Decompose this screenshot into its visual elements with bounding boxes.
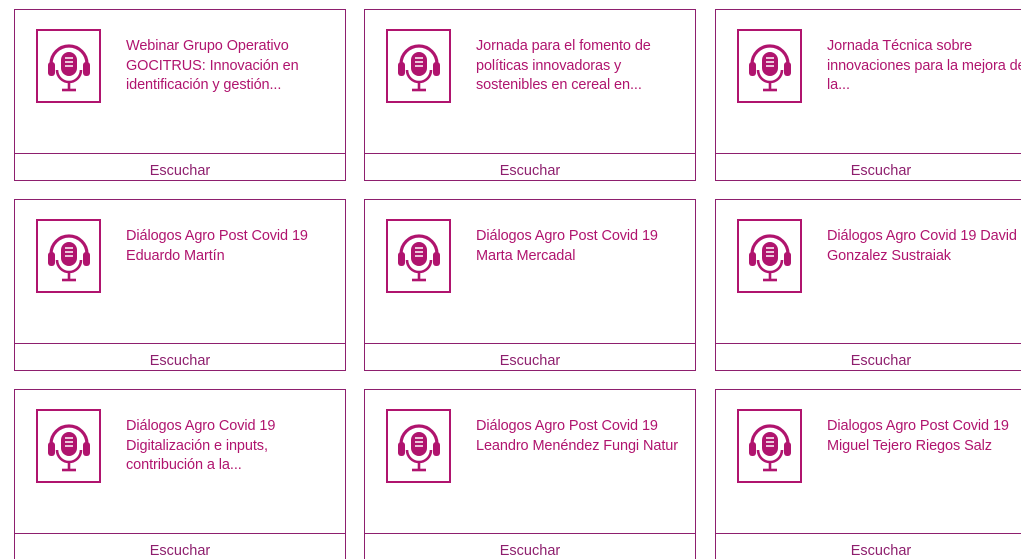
listen-button[interactable]: Escuchar (15, 153, 345, 181)
microphone-headphones-icon (47, 234, 90, 282)
microphone-headphones-icon (748, 234, 791, 282)
microphone-headphones-icon (397, 234, 440, 282)
microphone-headphones-icon (748, 424, 791, 472)
podcast-card: Diálogos Agro Post Covid 19 Marta Mercad… (364, 199, 696, 371)
listen-button[interactable]: Escuchar (365, 153, 695, 181)
podcast-grid: Webinar Grupo Operativo GOCITRUS: Innova… (0, 0, 1021, 559)
podcast-icon[interactable] (737, 29, 802, 103)
podcast-icon[interactable] (386, 29, 451, 103)
podcast-card: Jornada Técnica sobre innovaciones para … (715, 9, 1021, 181)
podcast-title[interactable]: Diálogos Agro Post Covid 19 Eduardo Mart… (126, 227, 331, 266)
microphone-headphones-icon (47, 424, 90, 472)
podcast-icon[interactable] (36, 219, 101, 293)
podcast-card: Diálogos Agro Post Covid 19 Eduardo Mart… (14, 199, 346, 371)
listen-button[interactable]: Escuchar (716, 533, 1021, 559)
listen-button[interactable]: Escuchar (15, 343, 345, 371)
microphone-headphones-icon (397, 44, 440, 92)
podcast-card: Diálogos Agro Covid 19 David Gonzalez Su… (715, 199, 1021, 371)
podcast-title[interactable]: Diálogos Agro Covid 19 Digitalización e … (126, 417, 331, 476)
podcast-icon[interactable] (36, 409, 101, 483)
podcast-icon[interactable] (386, 409, 451, 483)
podcast-title[interactable]: Webinar Grupo Operativo GOCITRUS: Innova… (126, 37, 331, 96)
podcast-icon[interactable] (386, 219, 451, 293)
microphone-headphones-icon (47, 44, 90, 92)
podcast-card: Dialogos Agro Post Covid 19 Miguel Tejer… (715, 389, 1021, 559)
microphone-headphones-icon (748, 44, 791, 92)
listen-button[interactable]: Escuchar (716, 343, 1021, 371)
podcast-title[interactable]: Dialogos Agro Post Covid 19 Miguel Tejer… (827, 417, 1021, 456)
podcast-card: Jornada para el fomento de políticas inn… (364, 9, 696, 181)
podcast-title[interactable]: Diálogos Agro Covid 19 David Gonzalez Su… (827, 227, 1021, 266)
podcast-title[interactable]: Diálogos Agro Post Covid 19 Marta Mercad… (476, 227, 681, 266)
podcast-icon[interactable] (36, 29, 101, 103)
podcast-card: Diálogos Agro Covid 19 Digitalización e … (14, 389, 346, 559)
podcast-title[interactable]: Diálogos Agro Post Covid 19 Leandro Mené… (476, 417, 681, 456)
podcast-card: Webinar Grupo Operativo GOCITRUS: Innova… (14, 9, 346, 181)
podcast-icon[interactable] (737, 409, 802, 483)
listen-button[interactable]: Escuchar (365, 533, 695, 559)
microphone-headphones-icon (397, 424, 440, 472)
listen-button[interactable]: Escuchar (15, 533, 345, 559)
podcast-icon[interactable] (737, 219, 802, 293)
podcast-title[interactable]: Jornada para el fomento de políticas inn… (476, 37, 681, 96)
podcast-title[interactable]: Jornada Técnica sobre innovaciones para … (827, 37, 1021, 96)
podcast-card: Diálogos Agro Post Covid 19 Leandro Mené… (364, 389, 696, 559)
listen-button[interactable]: Escuchar (716, 153, 1021, 181)
listen-button[interactable]: Escuchar (365, 343, 695, 371)
